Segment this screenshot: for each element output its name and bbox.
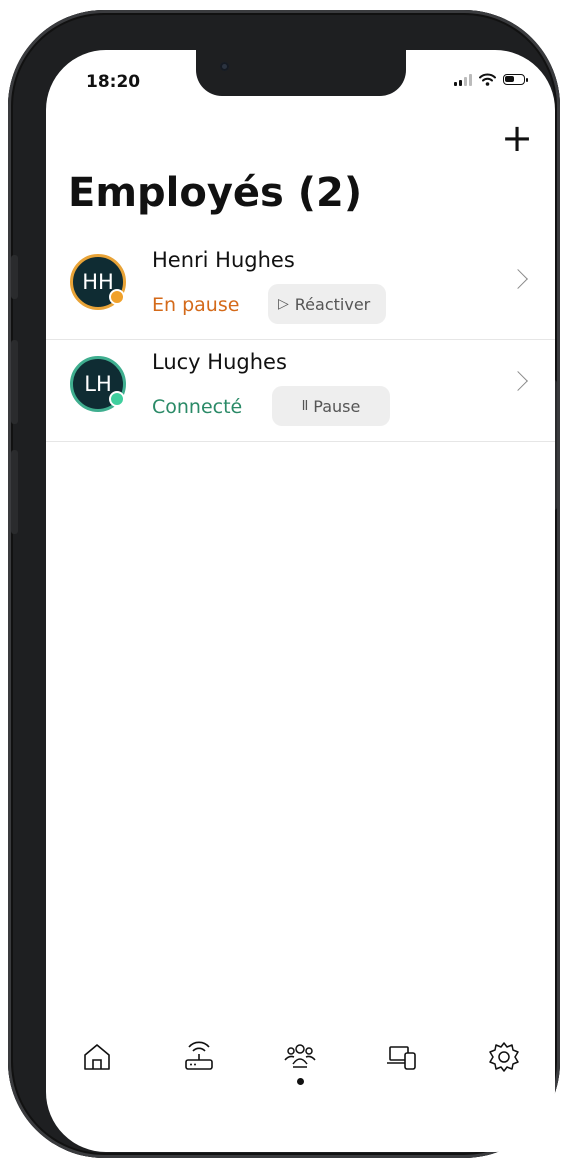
tab-home[interactable] xyxy=(67,1040,127,1100)
silent-switch xyxy=(11,255,18,299)
reactivate-button[interactable]: ▷ Réactiver xyxy=(268,284,386,324)
tab-bar xyxy=(46,1040,555,1110)
tab-router[interactable] xyxy=(169,1040,229,1100)
employee-row[interactable]: HH Henri Hughes En pause ▷ Réactiver xyxy=(46,238,555,340)
camera-icon xyxy=(220,62,229,71)
volume-up-button xyxy=(11,340,18,424)
screen: 18:20 + Employés (2) HH Henri Hughes En … xyxy=(46,50,555,1152)
tab-settings[interactable] xyxy=(474,1040,534,1100)
pause-icon: II xyxy=(301,398,309,414)
devices-icon xyxy=(387,1046,417,1070)
volume-down-button xyxy=(11,450,18,534)
active-tab-indicator xyxy=(296,1078,304,1085)
employee-list: HH Henri Hughes En pause ▷ Réactiver LH … xyxy=(46,238,555,442)
reactivate-label: Réactiver xyxy=(294,294,371,314)
router-icon xyxy=(184,1041,213,1070)
employee-name: Lucy Hughes xyxy=(152,350,287,374)
avatar-initials: HH xyxy=(82,270,114,294)
employee-row[interactable]: LH Lucy Hughes Connecté II Pause xyxy=(46,340,555,442)
people-icon xyxy=(284,1044,317,1068)
avatar: LH xyxy=(70,356,126,412)
tab-devices[interactable] xyxy=(372,1040,432,1100)
chevron-right-icon xyxy=(508,371,528,391)
play-icon: ▷ xyxy=(278,296,289,312)
paused-status-dot xyxy=(109,289,125,305)
notch xyxy=(196,50,406,96)
avatar: HH xyxy=(70,254,126,310)
pause-button[interactable]: II Pause xyxy=(272,386,390,426)
home-icon xyxy=(84,1044,110,1070)
employee-status: En pause xyxy=(152,294,240,316)
settings-icon xyxy=(489,1042,519,1072)
battery-icon xyxy=(503,74,528,85)
pause-label: Pause xyxy=(313,396,361,416)
page-title: Employés (2) xyxy=(68,170,363,216)
wifi-icon xyxy=(479,73,496,86)
signal-icon xyxy=(454,73,472,86)
employee-name: Henri Hughes xyxy=(152,248,295,272)
tab-people[interactable] xyxy=(270,1040,330,1100)
status-icons xyxy=(454,73,528,86)
status-time: 18:20 xyxy=(86,72,141,92)
chevron-right-icon xyxy=(508,269,528,289)
online-status-dot xyxy=(109,391,125,407)
employee-status: Connecté xyxy=(152,396,243,418)
add-employee-button[interactable]: + xyxy=(501,119,533,157)
phone-frame: 18:20 + Employés (2) HH Henri Hughes En … xyxy=(8,10,560,1158)
avatar-initials: LH xyxy=(84,372,112,396)
